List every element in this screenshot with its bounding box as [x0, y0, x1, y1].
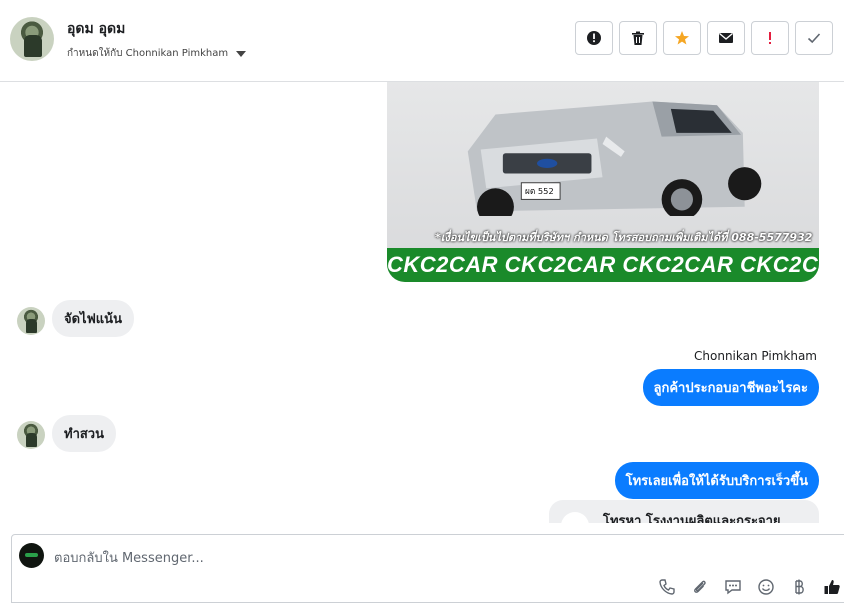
brand-banner-text: CKC2CAR CKC2CAR CKC2CAR CKC2CAR CKC2 — [387, 252, 819, 277]
trash-icon — [632, 31, 644, 45]
contact-avatar[interactable] — [10, 17, 54, 61]
license-plate-text: ผต 552 — [525, 186, 554, 196]
saved-replies-button[interactable] — [723, 577, 743, 597]
composer-tools — [657, 577, 842, 597]
message-bubble-out: ลูกค้าประกอบอาชีพอะไรคะ — [642, 369, 819, 406]
header-actions — [575, 21, 833, 55]
alert-circle-icon — [587, 31, 601, 45]
car-photo-attachment[interactable]: ผต 552 *เงื่อนไขเป็นไปตามที่บริษัทฯ กำหน… — [387, 82, 819, 282]
reply-composer — [11, 534, 844, 603]
star-icon — [675, 31, 689, 45]
message-bubble-in: จัดไฟแน้น — [52, 300, 134, 337]
exclamation-icon — [769, 32, 771, 44]
thumbs-up-icon — [824, 580, 840, 594]
mark-done-button[interactable] — [795, 21, 833, 55]
phone-icon — [561, 512, 589, 523]
contact-name[interactable]: อุดม อุดม — [67, 18, 125, 40]
sender-name: Chonnikan Pimkham — [694, 349, 817, 363]
contact-avatar-small[interactable] — [17, 421, 45, 449]
phone-icon — [659, 579, 675, 595]
pickup-truck-image: ผต 552 — [467, 101, 762, 216]
mark-unread-button[interactable] — [707, 21, 745, 55]
message-bubble-out: โทรเลยเพื่อให้ได้รับบริการเร็วขึ้น — [614, 462, 819, 499]
conversation-header: อุดม อุดม กำหนดให้กับ Chonnikan Pimkham — [0, 0, 844, 82]
check-icon — [807, 33, 821, 44]
reply-input[interactable] — [54, 548, 754, 568]
caret-down-icon — [236, 50, 247, 57]
smiley-icon — [758, 579, 774, 595]
contact-avatar-small[interactable] — [17, 307, 45, 335]
payment-button[interactable] — [789, 577, 809, 597]
chat-bubble-icon — [725, 580, 741, 595]
mark-spam-button[interactable] — [575, 21, 613, 55]
baht-icon — [795, 579, 804, 595]
flag-important-button[interactable] — [751, 21, 789, 55]
message-thread[interactable]: ผต 552 *เงื่อนไขเป็นไปตามที่บริษัทฯ กำหน… — [0, 82, 844, 523]
star-button[interactable] — [663, 21, 701, 55]
attach-button[interactable] — [690, 577, 710, 597]
paperclip-icon — [694, 580, 706, 593]
brand-banner: CKC2CAR CKC2CAR CKC2CAR CKC2CAR CKC2 — [387, 248, 819, 282]
like-button[interactable] — [822, 577, 842, 597]
assignee-label: กำหนดให้กับ Chonnikan Pimkham — [67, 48, 229, 59]
page-avatar — [19, 543, 44, 568]
envelope-icon — [719, 32, 733, 43]
car-caption: *เงื่อนไขเป็นไปตามที่บริษัทฯ กำหนด โทรสอ… — [435, 231, 813, 244]
call-button-card[interactable]: โทรหา โรงงานผลิตและกระจาย — [549, 500, 819, 523]
delete-button[interactable] — [619, 21, 657, 55]
assignee-dropdown[interactable]: กำหนดให้กับ Chonnikan Pimkham — [67, 46, 247, 61]
message-bubble-in: ทำสวน — [52, 415, 116, 452]
card-title: โทรหา โรงงานผลิตและกระจาย — [603, 514, 781, 523]
emoji-button[interactable] — [756, 577, 776, 597]
phone-call-button[interactable] — [657, 577, 677, 597]
